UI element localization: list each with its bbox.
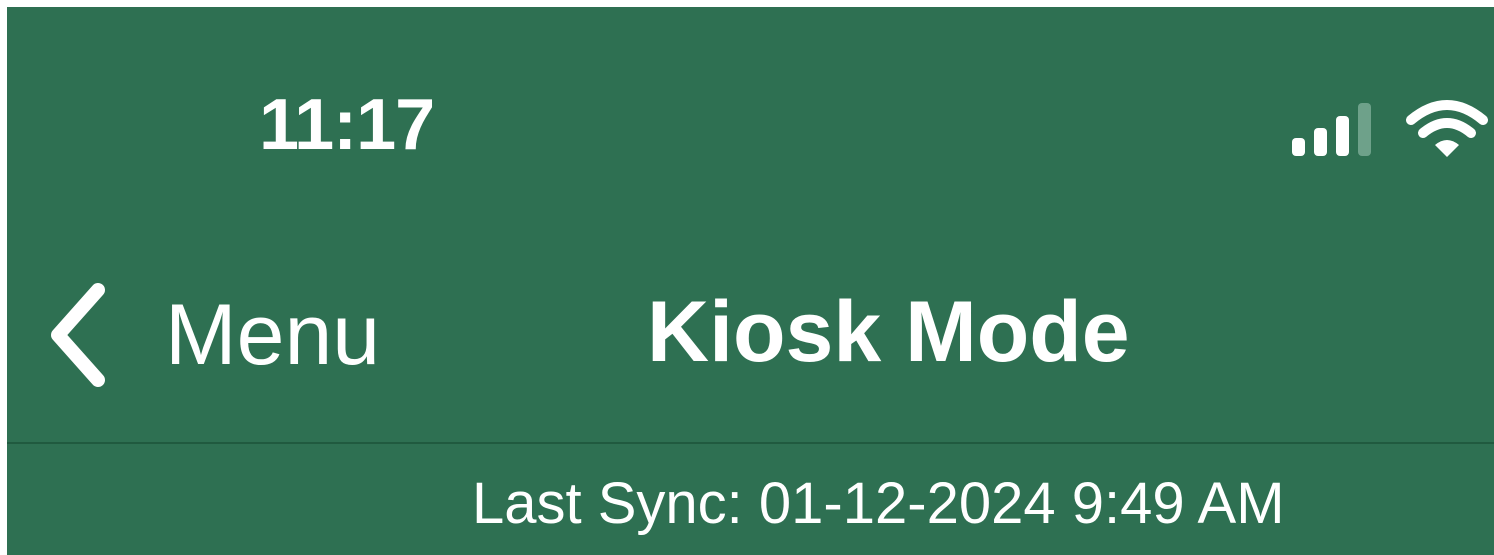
cellular-signal-icon [1292, 103, 1371, 156]
status-time: 11:17 [259, 85, 435, 165]
nav-divider [7, 442, 1494, 444]
app-screen: 11:17 Menu Kiosk Mode Last Sync: 01-12-2… [7, 7, 1494, 555]
status-bar: 11:17 [7, 7, 1494, 207]
navigation-bar: Menu Kiosk Mode [7, 207, 1494, 443]
chevron-left-icon [51, 283, 105, 387]
last-sync-status: Last Sync: 01-12-2024 9:49 AM [472, 471, 1285, 536]
menu-back-button[interactable]: Menu [43, 275, 380, 395]
page-title: Kiosk Mode [647, 284, 1130, 380]
wifi-icon [1406, 100, 1488, 157]
back-button-label: Menu [165, 287, 381, 383]
